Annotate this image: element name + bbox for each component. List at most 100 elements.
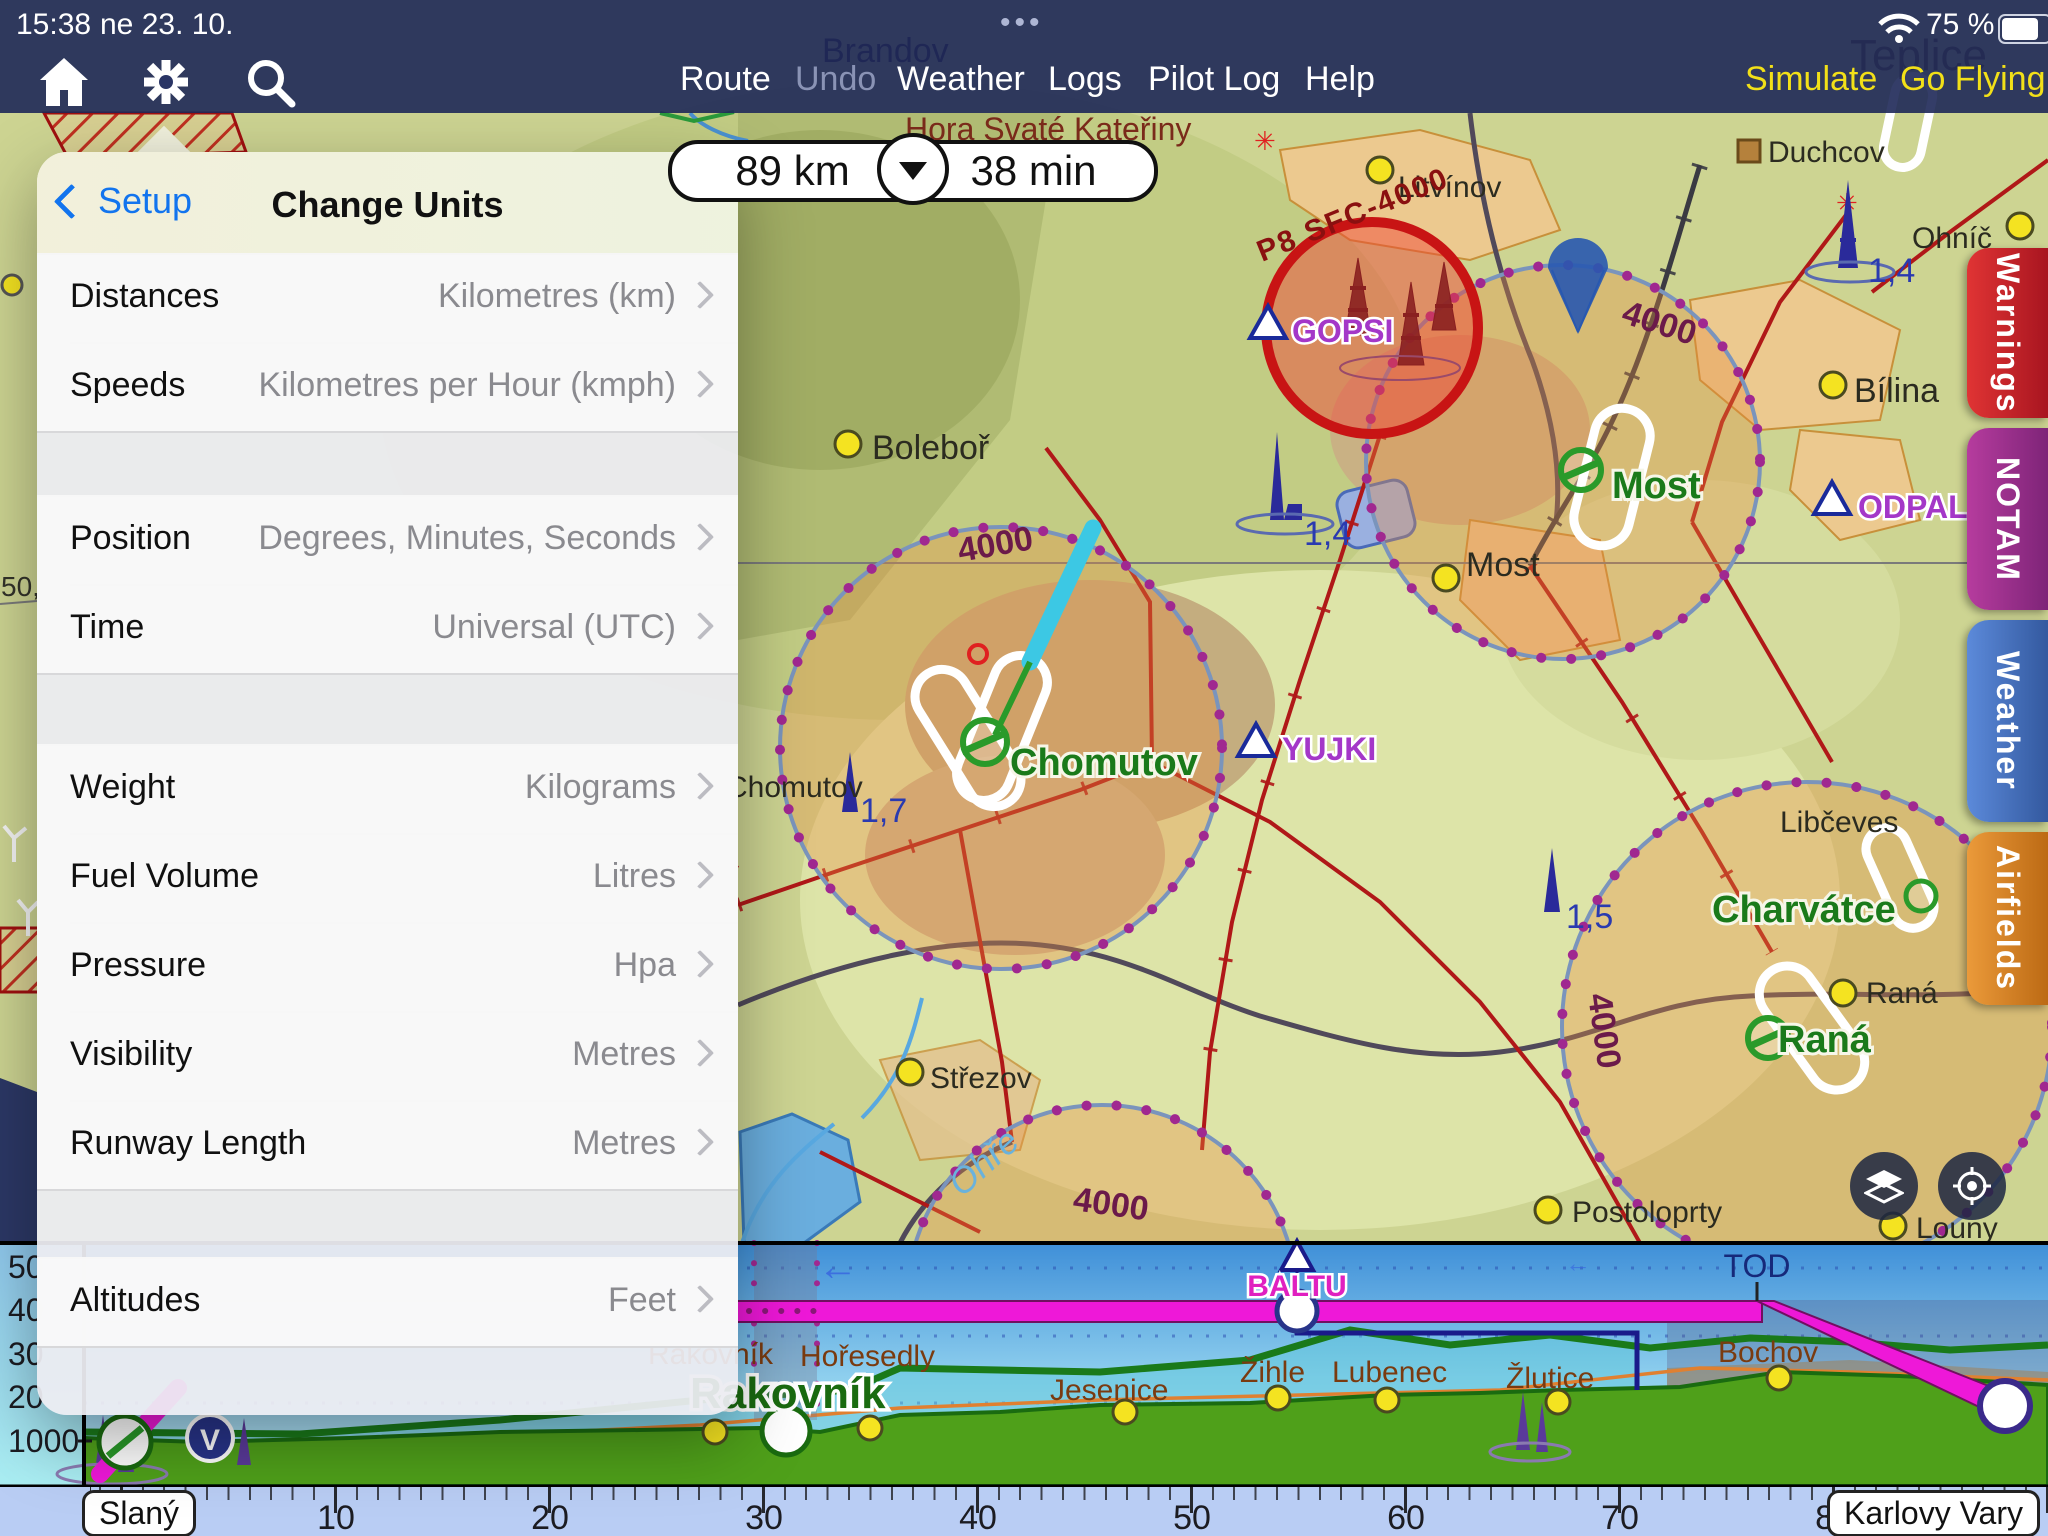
popover-header: Setup Change Units — [37, 152, 738, 255]
airfield-label: Raná — [1778, 1019, 1872, 1061]
status-overflow-dots: ••• — [1000, 6, 1044, 40]
top-bar: 15:38 ne 23. 10. ••• 75 % Route Undo — [0, 0, 2048, 113]
profile-waypoint-label: BALTU — [1247, 1270, 1346, 1303]
row-weight[interactable]: Weight Kilograms — [37, 744, 738, 833]
row-weight-label: Weight — [70, 768, 175, 807]
profile-town: Jesenice — [1050, 1374, 1168, 1407]
waypoint-label: ODPAL — [1858, 489, 1968, 525]
row-pressure-value: Hpa — [614, 946, 676, 985]
row-time[interactable]: Time Universal (UTC) — [37, 584, 738, 673]
waypoint-label: YUJKI — [1282, 731, 1376, 767]
tab-airfields-label: Airfields — [1989, 845, 2026, 991]
status-date: ne 23. 10. — [100, 8, 233, 42]
town-label: Most — [1466, 546, 1540, 584]
obstacle-label: 1,4 — [1304, 515, 1351, 553]
chevron-right-icon — [686, 861, 714, 889]
svg-text:✳: ✳ — [1254, 126, 1276, 156]
tab-airfields[interactable]: Airfields — [1967, 832, 2048, 1005]
row-time-label: Time — [70, 608, 144, 647]
menu-pilot-log[interactable]: Pilot Log — [1148, 60, 1280, 99]
svg-text:V: V — [200, 1424, 220, 1457]
chevron-right-icon — [686, 523, 714, 551]
chevron-right-icon — [686, 370, 714, 398]
row-speeds-label: Speeds — [70, 366, 185, 405]
ruler-label: 20 — [531, 1499, 569, 1536]
row-runway-length-label: Runway Length — [70, 1124, 306, 1163]
row-distances[interactable]: Distances Kilometres (km) — [37, 253, 738, 342]
route-summary-pill[interactable]: 89 km 38 min — [668, 140, 1158, 202]
popover-arrow — [134, 122, 194, 154]
ruler-label: 50 — [1173, 1499, 1211, 1536]
menu-simulate[interactable]: Simulate — [1745, 60, 1877, 99]
row-fuel-volume-label: Fuel Volume — [70, 857, 259, 896]
town-label: Bílina — [1854, 372, 1939, 410]
skydemon-app: ✳ ✳ — [0, 0, 2048, 1536]
row-position[interactable]: Position Degrees, Minutes, Seconds — [37, 495, 738, 584]
layers-icon — [1864, 1166, 1904, 1206]
wifi-icon — [1878, 12, 1920, 44]
menu-weather[interactable]: Weather — [897, 60, 1025, 99]
chevron-right-icon — [686, 1039, 714, 1067]
waypoint-label: GOPSI — [1292, 313, 1393, 349]
obstacle-label: 1,4 — [1868, 252, 1915, 290]
row-altitudes[interactable]: Altitudes Feet — [37, 1257, 738, 1346]
svg-text:←: ← — [1565, 1248, 1591, 1278]
airfield-label: Charvátce — [1712, 889, 1896, 931]
dropdown-arrow-icon — [899, 162, 927, 180]
town-label: Raná — [1866, 977, 1938, 1010]
row-position-label: Position — [70, 519, 191, 558]
row-speeds[interactable]: Speeds Kilometres per Hour (kmph) — [37, 342, 738, 431]
battery-percent: 75 % — [1926, 8, 1994, 42]
tab-notam[interactable]: NOTAM — [1967, 428, 2048, 610]
ruler-label: 40 — [959, 1499, 997, 1536]
chevron-right-icon — [686, 772, 714, 800]
row-pressure[interactable]: Pressure Hpa — [37, 922, 738, 1011]
gps-arrow-icon — [1953, 1167, 1991, 1205]
row-runway-length[interactable]: Runway Length Metres — [37, 1100, 738, 1189]
town-label: Postoloprty — [1572, 1196, 1722, 1229]
airfield-label: Chomutov — [1010, 742, 1198, 784]
clock: 15:38 — [16, 8, 91, 42]
row-time-value: Universal (UTC) — [432, 608, 676, 647]
airfield-label: Most — [1612, 465, 1701, 507]
destination-point — [1980, 1381, 2030, 1431]
town-label: Boleboř — [872, 429, 990, 467]
ruler-label: 70 — [1601, 1499, 1639, 1536]
ruler-label: 10 — [317, 1499, 355, 1536]
locate-button[interactable] — [1938, 1152, 2006, 1220]
profile-town: Bochov — [1718, 1336, 1818, 1369]
town-label: Střezov — [930, 1062, 1032, 1095]
chevron-right-icon — [686, 950, 714, 978]
change-units-popover: Setup Change Units Distances Kilometres … — [37, 152, 738, 1415]
town-label: Chomutov — [726, 771, 863, 804]
profile-town: Lubenec — [1332, 1356, 1447, 1389]
ruler-label: 60 — [1387, 1499, 1425, 1536]
menu-go-flying[interactable]: Go Flying — [1900, 60, 2046, 99]
menu-undo[interactable]: Undo — [795, 60, 876, 99]
row-visibility-value: Metres — [572, 1035, 676, 1074]
route-duration: 38 min — [913, 147, 1154, 195]
row-altitudes-label: Altitudes — [70, 1281, 200, 1320]
menu-logs[interactable]: Logs — [1048, 60, 1122, 99]
alt-label: 1000 — [8, 1423, 79, 1459]
row-visibility[interactable]: Visibility Metres — [37, 1011, 738, 1100]
chevron-right-icon — [686, 1285, 714, 1313]
row-position-value: Degrees, Minutes, Seconds — [258, 519, 676, 558]
row-fuel-volume[interactable]: Fuel Volume Litres — [37, 833, 738, 922]
distance-ruler[interactable]: 10 20 30 40 50 60 70 80 Slaný Karlovy Va… — [0, 1487, 2048, 1536]
route-dropdown-button[interactable] — [877, 133, 949, 205]
tab-warnings[interactable]: Warnings — [1967, 248, 2048, 418]
vfr-point-icon: V — [187, 1415, 233, 1461]
route-end-label: Karlovy Vary — [1827, 1490, 2040, 1536]
row-fuel-volume-value: Litres — [593, 857, 676, 896]
svg-text:←: ← — [818, 1245, 858, 1289]
tab-weather[interactable]: Weather — [1967, 620, 2048, 822]
menu-route[interactable]: Route — [680, 60, 771, 99]
layers-button[interactable] — [1850, 1152, 1918, 1220]
battery-icon — [1998, 14, 2048, 44]
status-bar: 15:38 ne 23. 10. ••• 75 % — [0, 0, 2048, 46]
row-altitudes-value: Feet — [608, 1281, 676, 1320]
menu-help[interactable]: Help — [1305, 60, 1375, 99]
ruler-ticks — [90, 1487, 2048, 1513]
tab-notam-label: NOTAM — [1989, 457, 2026, 582]
